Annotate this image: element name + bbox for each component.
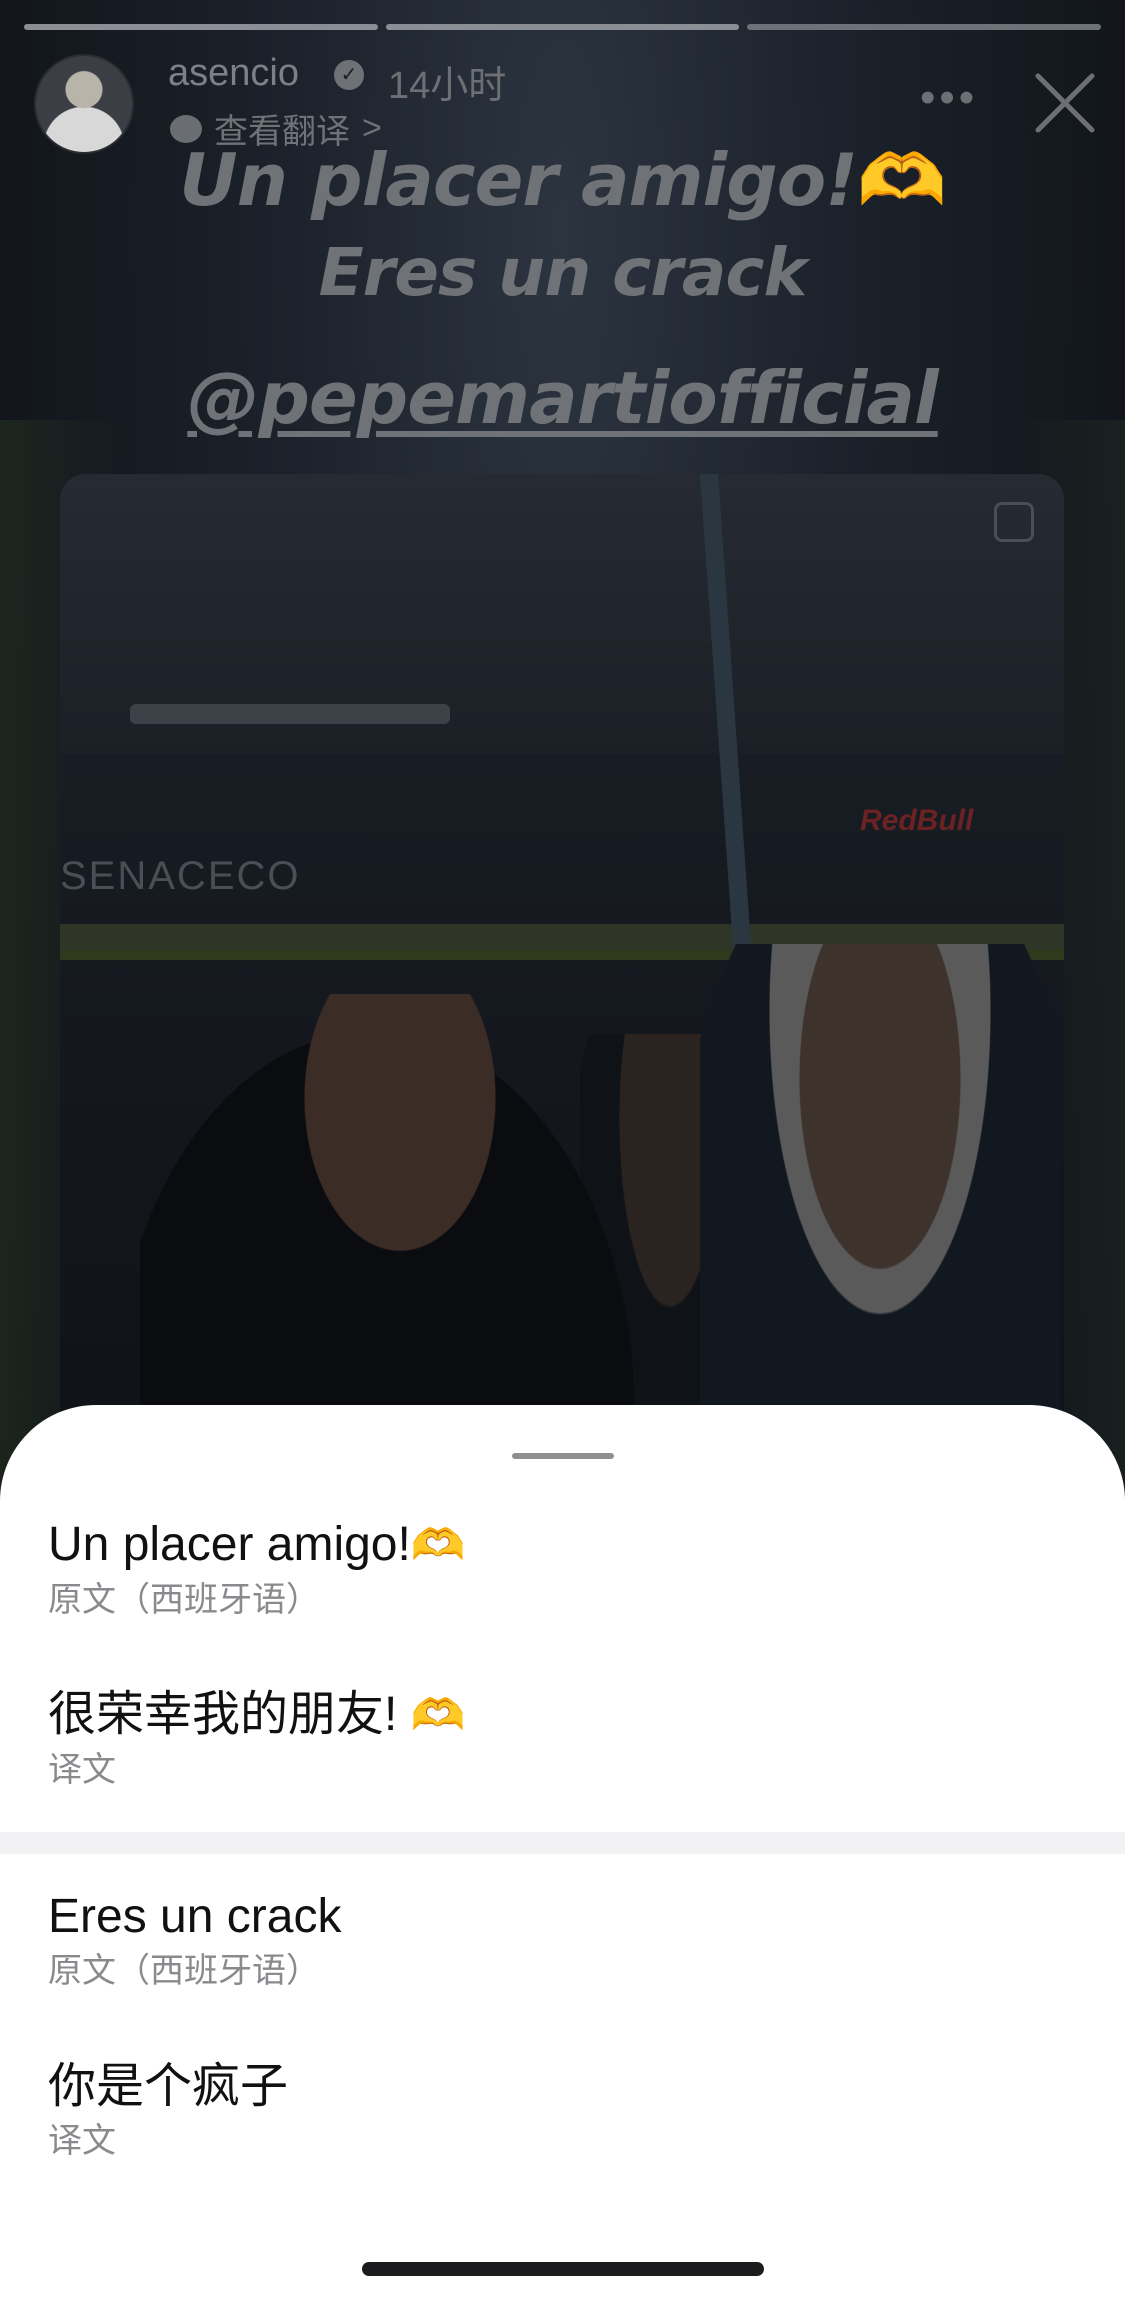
- translation-text: 你是个疯子: [48, 2057, 1077, 2117]
- translation-main-text: Un placer amigo!: [48, 1518, 411, 1571]
- translation-label: 译文: [48, 1751, 116, 1789]
- translation-item: Un placer amigo!🫶 原文（西班牙语）: [48, 1515, 1077, 1622]
- translation-item: 你是个疯子 译文: [48, 2057, 1077, 2163]
- translation-text: 很荣幸我的朋友! 🫶: [48, 1685, 1077, 1746]
- story-progress-bar: [24, 24, 1102, 30]
- translation-label: 原文（西班牙语）: [48, 1952, 320, 1990]
- translation-main-text: 你是个疯子: [48, 2060, 289, 2113]
- heart-hands-icon: 🫶: [857, 138, 947, 222]
- photo-sign-text: SENACECO: [60, 854, 301, 898]
- story-photo: SENACECO RedBull: [60, 474, 1064, 1474]
- photo-light: [130, 704, 450, 724]
- sheet-grabber[interactable]: [512, 1453, 614, 1459]
- story-mention[interactable]: @pepemartiofficial: [0, 356, 1125, 440]
- photo-person: [700, 944, 1060, 1474]
- verified-badge-icon: ✓: [334, 60, 364, 90]
- translation-sheet[interactable]: Un placer amigo!🫶 原文（西班牙语） 很荣幸我的朋友! 🫶 译文…: [0, 1405, 1125, 2304]
- translation-text: Un placer amigo!🫶: [48, 1515, 1077, 1576]
- story-text: Un placer amigo!: [179, 138, 858, 222]
- username[interactable]: asencio: [168, 52, 299, 95]
- heart-hands-icon: 🫶: [410, 1691, 466, 1740]
- translation-label: 原文（西班牙语）: [48, 1581, 320, 1619]
- section-divider: [0, 1832, 1125, 1854]
- progress-segment: [24, 24, 378, 30]
- progress-segment: [385, 24, 740, 30]
- more-options-icon[interactable]: •••: [920, 76, 978, 120]
- progress-segment: [747, 24, 1102, 30]
- translation-label: 译文: [48, 2122, 116, 2160]
- translation-main-text: 很荣幸我的朋友!: [48, 1688, 411, 1741]
- translation-text: Eres un crack: [48, 1887, 1077, 1947]
- square-icon: [994, 502, 1034, 542]
- story-text-line-2: Eres un crack: [318, 234, 808, 311]
- home-indicator[interactable]: [362, 2262, 764, 2276]
- translation-item: Eres un crack 原文（西班牙语）: [48, 1887, 1077, 1993]
- heart-hands-icon: 🫶: [410, 1521, 466, 1570]
- post-time: 14小时: [388, 65, 507, 107]
- translation-item: 很荣幸我的朋友! 🫶 译文: [48, 1685, 1077, 1792]
- cap-logo-text: RedBull: [860, 804, 974, 837]
- story-text-line-1: Un placer amigo!🫶: [0, 138, 1125, 223]
- photo-person: [140, 994, 660, 1474]
- close-icon[interactable]: [1032, 70, 1098, 136]
- translation-main-text: Eres un crack: [48, 1890, 342, 1943]
